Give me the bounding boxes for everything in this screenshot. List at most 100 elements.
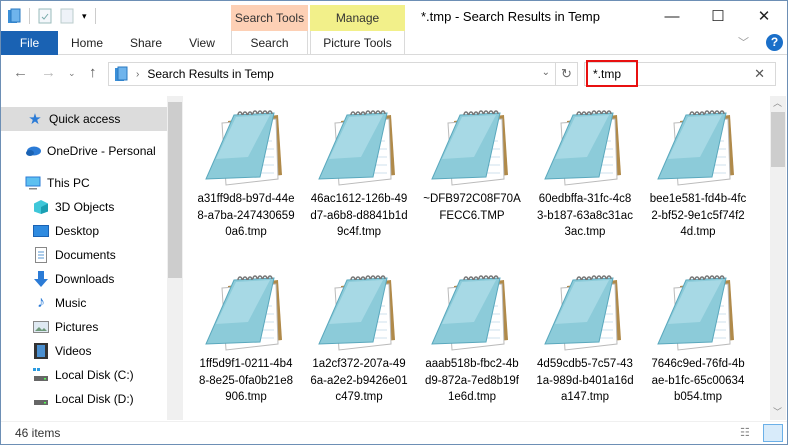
file-item[interactable]: ~DFB972C08F70AFECC6.TMP xyxy=(417,101,527,224)
sidebar-item-desktop[interactable]: Desktop xyxy=(1,219,167,243)
file-name: 46ac1612-126b-49d7-a6b8-d8841b1d9c4f.tmp xyxy=(310,193,408,238)
window-title: *.tmp - Search Results in Temp xyxy=(421,9,600,24)
title-bar: ▾ Search Tools Manage *.tmp - Search Res… xyxy=(1,1,787,31)
navigation-bar: ← → ⌄ ↑ › Search Results in Temp ⌄ ↻ *.t… xyxy=(1,56,787,92)
cloud-icon xyxy=(25,143,41,159)
sidebar-item-local-disk-d[interactable]: Local Disk (D:) xyxy=(1,387,167,411)
file-item[interactable]: 60edbffa-31fc-4c83-b187-63a8c31ac3ac.tmp xyxy=(530,101,640,241)
file-item[interactable]: aaab518b-fbc2-4bd9-872a-7ed8b19f1e6d.tmp xyxy=(417,266,527,406)
folder-icon xyxy=(8,8,21,23)
sidebar-item-label: OneDrive - Personal xyxy=(47,144,156,158)
context-group-manage: Manage xyxy=(310,5,405,31)
notepad-file-icon xyxy=(657,275,734,351)
file-item[interactable]: 1a2cf372-207a-496a-a2e2-b9426e01c479.tmp xyxy=(304,266,414,406)
notepad-file-icon xyxy=(318,110,395,186)
navigation-pane: ★ Quick access OneDrive - Personal This … xyxy=(1,96,183,420)
notepad-file-icon xyxy=(431,110,508,186)
sidebar-item-this-pc[interactable]: This PC xyxy=(1,171,167,195)
star-icon: ★ xyxy=(28,111,42,128)
sidebar-item-label: Pictures xyxy=(55,320,99,334)
up-button[interactable]: ↑ xyxy=(89,64,97,81)
quick-access-toolbar: ▾ xyxy=(7,8,96,24)
address-bar[interactable]: › Search Results in Temp ⌄ xyxy=(108,62,556,86)
drive-icon xyxy=(33,367,49,383)
file-view: a31ff9d8-b97d-44e8-a7ba-2474306590a6.tmp… xyxy=(184,96,770,420)
tab-home[interactable]: Home xyxy=(61,31,113,55)
file-item[interactable]: bee1e581-fd4b-4fc2-bf52-9e1c5f74f24d.tmp xyxy=(643,101,753,241)
new-folder-icon[interactable] xyxy=(60,8,74,24)
file-name: ~DFB972C08F70AFECC6.TMP xyxy=(423,193,521,222)
notepad-file-icon xyxy=(431,275,508,351)
tab-search[interactable]: Search xyxy=(231,31,308,55)
search-results-icon xyxy=(115,66,128,81)
search-highlight-box xyxy=(586,60,638,87)
forward-button[interactable]: → xyxy=(41,64,56,81)
help-icon[interactable]: ? xyxy=(766,34,783,51)
cube-icon xyxy=(33,199,49,215)
scroll-up-icon[interactable]: ︿ xyxy=(773,96,782,109)
sidebar-item-label: Local Disk (C:) xyxy=(55,368,134,382)
content-scrollbar-thumb[interactable] xyxy=(771,112,785,167)
computer-icon xyxy=(25,175,41,191)
customize-qat-icon[interactable]: ▾ xyxy=(82,11,87,22)
status-bar: 46 items ☷ xyxy=(1,421,787,445)
address-path[interactable]: Search Results in Temp xyxy=(147,67,274,81)
notepad-file-icon xyxy=(318,275,395,351)
file-name: 1a2cf372-207a-496a-a2e2-b9426e01c479.tmp xyxy=(310,358,408,403)
content-scrollbar[interactable]: ︿ ﹀ xyxy=(770,96,786,420)
document-icon xyxy=(33,247,49,263)
sidebar-item-label: Local Disk (D:) xyxy=(55,392,134,406)
sidebar-item-pictures[interactable]: Pictures xyxy=(1,315,167,339)
large-icons-view-button[interactable] xyxy=(763,424,783,442)
drive-icon xyxy=(33,391,49,407)
expand-ribbon-icon[interactable]: ﹀ xyxy=(738,34,749,50)
details-view-button[interactable]: ☷ xyxy=(740,426,750,439)
file-item[interactable]: 1ff5d9f1-0211-4b48-8e25-0fa0b21e8906.tmp xyxy=(191,266,301,406)
ribbon-tabs: File Home Share View Search Picture Tool… xyxy=(1,31,787,55)
sidebar-item-documents[interactable]: Documents xyxy=(1,243,167,267)
file-name: 60edbffa-31fc-4c83-b187-63a8c31ac3ac.tmp xyxy=(537,193,633,238)
sidebar-item-label: Downloads xyxy=(55,272,115,286)
file-item[interactable]: 7646c9ed-76fd-4bae-b1fc-65c00634b054.tmp xyxy=(643,266,753,406)
sidebar-item-quick-access[interactable]: ★ Quick access xyxy=(1,107,167,131)
clear-search-button[interactable]: ✕ xyxy=(754,66,765,82)
sidebar-scrollbar-thumb[interactable] xyxy=(168,102,182,278)
file-item[interactable]: 46ac1612-126b-49d7-a6b8-d8841b1d9c4f.tmp xyxy=(304,101,414,241)
file-name: bee1e581-fd4b-4fc2-bf52-9e1c5f74f24d.tmp xyxy=(649,193,747,238)
file-name: 4d59cdb5-7c57-431a-989d-b401a16da147.tmp xyxy=(536,358,634,403)
sidebar-item-music[interactable]: ♪ Music xyxy=(1,291,167,315)
file-item[interactable]: a31ff9d8-b97d-44e8-a7ba-2474306590a6.tmp xyxy=(191,101,301,241)
sidebar-item-3d-objects[interactable]: 3D Objects xyxy=(1,195,167,219)
file-name: 7646c9ed-76fd-4bae-b1fc-65c00634b054.tmp xyxy=(651,358,745,403)
refresh-button[interactable]: ↻ xyxy=(556,62,578,86)
tab-share[interactable]: Share xyxy=(121,31,171,55)
tab-picture-tools[interactable]: Picture Tools xyxy=(310,31,405,55)
minimize-button[interactable]: — xyxy=(649,1,695,31)
address-dropdown-icon[interactable]: ⌄ xyxy=(542,67,550,78)
videos-icon xyxy=(33,343,49,359)
sidebar-item-label: 3D Objects xyxy=(55,200,115,214)
sidebar-item-label: Quick access xyxy=(49,112,121,126)
sidebar-scrollbar[interactable] xyxy=(167,96,183,420)
notepad-file-icon xyxy=(544,110,621,186)
file-item[interactable]: 4d59cdb5-7c57-431a-989d-b401a16da147.tmp xyxy=(530,266,640,406)
back-button[interactable]: ← xyxy=(13,64,28,81)
breadcrumb-chevron-icon[interactable]: › xyxy=(136,69,139,80)
item-count: 46 items xyxy=(15,426,61,440)
tab-view[interactable]: View xyxy=(178,31,226,55)
sidebar-item-downloads[interactable]: Downloads xyxy=(1,267,167,291)
properties-icon[interactable] xyxy=(38,8,52,24)
recent-locations-button[interactable]: ⌄ xyxy=(68,68,76,79)
sidebar-item-videos[interactable]: Videos xyxy=(1,339,167,363)
scroll-down-icon[interactable]: ﹀ xyxy=(773,405,782,418)
sidebar-item-local-disk-c[interactable]: Local Disk (C:) xyxy=(1,363,167,387)
maximize-button[interactable]: ☐ xyxy=(695,1,741,31)
download-icon xyxy=(33,271,49,287)
close-button[interactable]: ✕ xyxy=(741,1,787,31)
tab-file[interactable]: File xyxy=(1,31,58,55)
sidebar-item-onedrive[interactable]: OneDrive - Personal xyxy=(1,139,167,163)
notepad-file-icon xyxy=(657,110,734,186)
file-name: 1ff5d9f1-0211-4b48-8e25-0fa0b21e8906.tmp xyxy=(199,358,293,403)
notepad-file-icon xyxy=(205,275,282,351)
sidebar-item-label: Music xyxy=(55,296,87,310)
